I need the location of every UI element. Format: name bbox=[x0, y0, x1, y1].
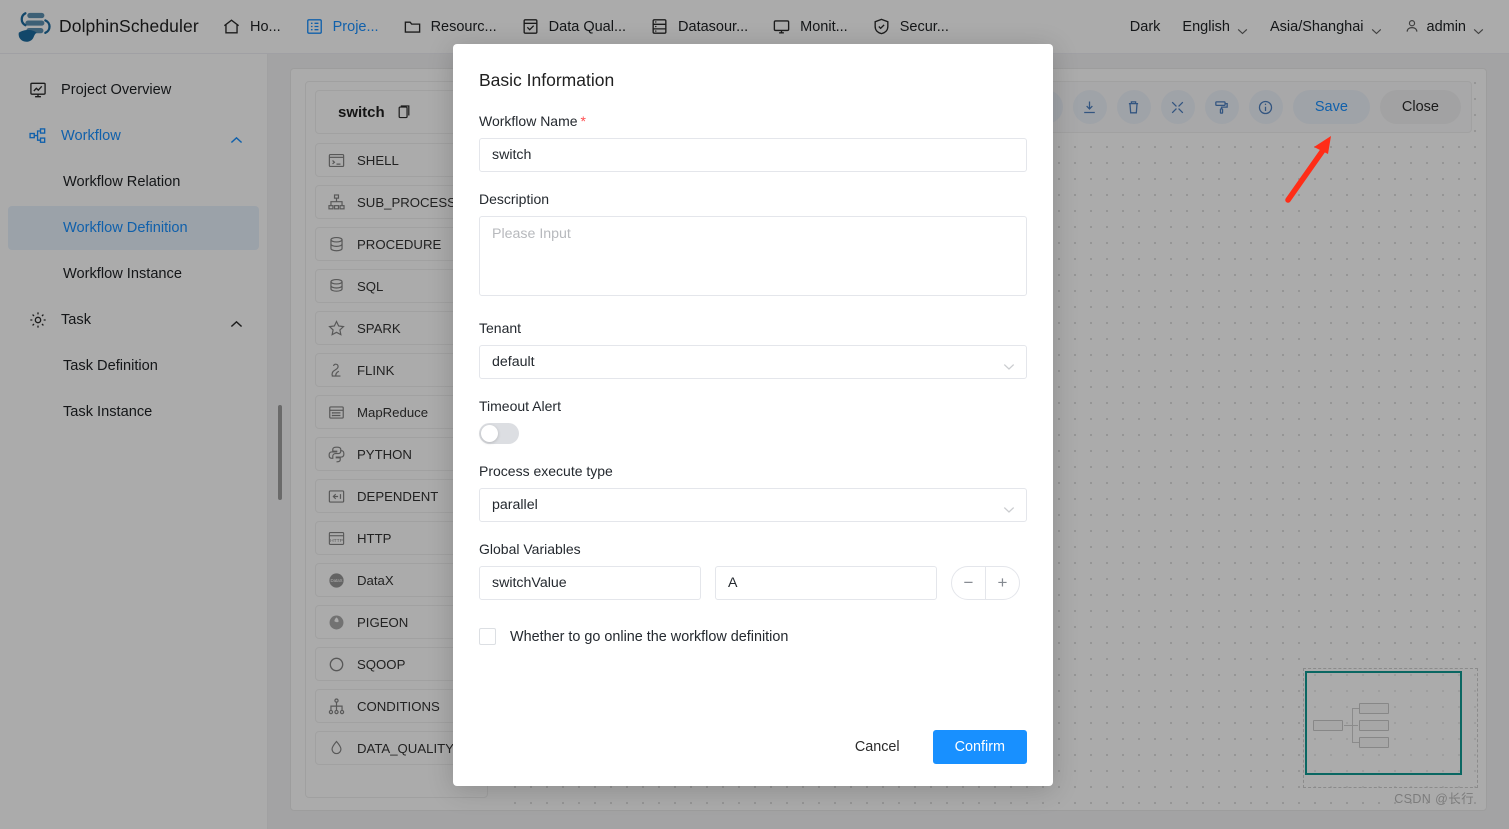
workflow-name-label-text: Workflow Name bbox=[479, 113, 578, 129]
global-variable-key-input[interactable] bbox=[479, 566, 701, 600]
process-execute-type-select-wrap bbox=[479, 488, 1027, 522]
timeout-alert-label: Timeout Alert bbox=[479, 398, 1027, 414]
timeout-alert-toggle[interactable] bbox=[479, 423, 519, 444]
process-execute-type-select[interactable] bbox=[479, 488, 1027, 522]
global-variable-row: − + bbox=[479, 566, 1027, 600]
toggle-knob bbox=[481, 425, 498, 442]
global-variables-label: Global Variables bbox=[479, 541, 1027, 557]
field-tenant: Tenant bbox=[479, 320, 1027, 379]
basic-information-dialog: Basic Information Workflow Name* Descrip… bbox=[453, 44, 1053, 786]
dialog-title: Basic Information bbox=[479, 70, 1027, 91]
app-root: DolphinScheduler Ho... Proje... bbox=[0, 0, 1509, 829]
workflow-name-label: Workflow Name* bbox=[479, 113, 1027, 129]
field-global-variables: Global Variables − + bbox=[479, 541, 1027, 600]
cancel-button[interactable]: Cancel bbox=[839, 730, 916, 764]
field-description: Description bbox=[479, 191, 1027, 301]
confirm-button[interactable]: Confirm bbox=[933, 730, 1027, 764]
description-textarea[interactable] bbox=[479, 216, 1027, 296]
description-label: Description bbox=[479, 191, 1027, 207]
field-process-execute-type: Process execute type bbox=[479, 463, 1027, 522]
global-variable-stepper: − + bbox=[951, 566, 1020, 600]
global-variable-value-input[interactable] bbox=[715, 566, 937, 600]
process-execute-type-label: Process execute type bbox=[479, 463, 1027, 479]
tenant-select-wrap bbox=[479, 345, 1027, 379]
tenant-label: Tenant bbox=[479, 320, 1027, 336]
workflow-name-input[interactable] bbox=[479, 138, 1027, 172]
field-workflow-name: Workflow Name* bbox=[479, 113, 1027, 172]
go-online-checkbox[interactable] bbox=[479, 628, 496, 645]
required-asterisk: * bbox=[581, 113, 586, 129]
tenant-select[interactable] bbox=[479, 345, 1027, 379]
dialog-footer: Cancel Confirm bbox=[839, 730, 1027, 764]
add-variable-button[interactable]: + bbox=[986, 567, 1019, 599]
go-online-checkbox-label: Whether to go online the workflow defini… bbox=[510, 629, 788, 645]
online-checkbox-row: Whether to go online the workflow defini… bbox=[479, 628, 1027, 645]
field-timeout-alert: Timeout Alert bbox=[479, 398, 1027, 444]
remove-variable-button[interactable]: − bbox=[952, 567, 985, 599]
